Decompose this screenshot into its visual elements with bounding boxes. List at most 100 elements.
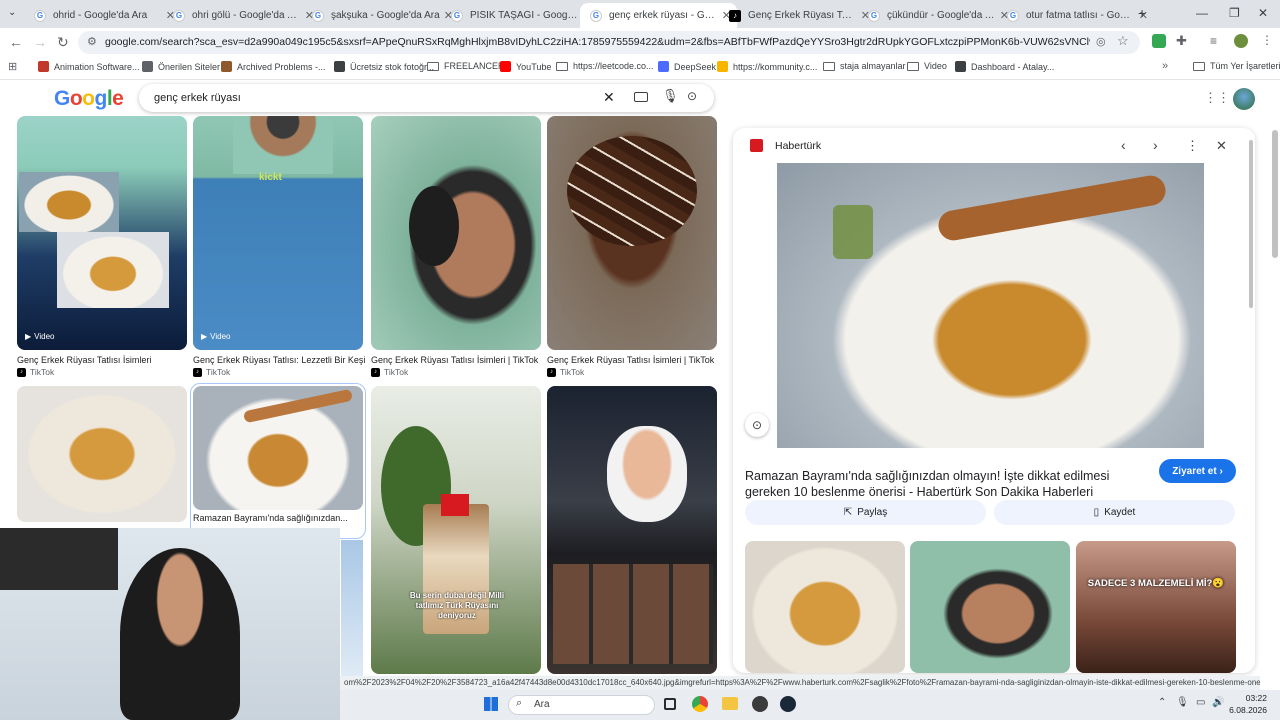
network-icon[interactable]: ▭ <box>1196 697 1205 708</box>
app-icon-1[interactable] <box>752 696 768 712</box>
forward-icon[interactable]: → <box>33 34 47 50</box>
account-avatar[interactable] <box>1233 88 1255 110</box>
taskbar-search-label[interactable]: Ara <box>534 699 550 710</box>
start-icon[interactable] <box>484 697 498 711</box>
clock-time[interactable]: 03:22 <box>1233 693 1267 703</box>
tab-2[interactable]: Gohri gölü - Google'da Ara ✕ <box>163 3 320 28</box>
page-scrollbar[interactable] <box>1272 130 1278 258</box>
image-result-6[interactable] <box>193 386 363 510</box>
panel-source[interactable]: Habertürk <box>775 140 821 152</box>
bookmark-item[interactable]: staja almayanlar <box>823 61 906 71</box>
bookmark-item[interactable]: YouTube <box>500 61 551 72</box>
keyboard-icon[interactable] <box>634 92 648 102</box>
bookmark-item[interactable]: Video <box>907 61 947 71</box>
more-options-icon[interactable]: ⋮ <box>1186 138 1199 154</box>
play-icon: ▶ <box>201 332 208 341</box>
bookmark-label: Archived Problems -... <box>237 61 326 72</box>
chrome-icon[interactable] <box>692 696 708 712</box>
prev-icon[interactable]: ‹ <box>1121 137 1126 153</box>
image-result-7[interactable]: Bu serin dubai değil Milli tatlımız Türk… <box>371 386 541 674</box>
panel-title[interactable]: Ramazan Bayramı'nda sağlığınızdan olmayı… <box>745 468 1145 500</box>
extension-icon[interactable] <box>1152 34 1166 48</box>
image-result-4[interactable] <box>547 116 717 350</box>
tab-search-dropdown[interactable]: ⌄ <box>8 7 16 18</box>
all-bookmarks[interactable]: Tüm Yer İşaretleri <box>1193 61 1280 71</box>
media-icon[interactable]: ≡ <box>1210 34 1217 48</box>
share-button[interactable]: ⇱ Paylaş <box>745 500 986 525</box>
result-caption-2[interactable]: Genç Erkek Rüyası Tatlısı: Lezzetli Bir … <box>193 355 365 365</box>
maximize-icon[interactable]: ❐ <box>1229 6 1240 20</box>
bookmark-item[interactable]: FREELANCER <box>427 61 505 71</box>
tab-7[interactable]: Gçükündür - Google'da Ara ✕ <box>858 3 1015 28</box>
lens-icon[interactable]: ⊙ <box>687 89 697 103</box>
image-result-3[interactable] <box>371 116 541 350</box>
site-info-icon[interactable]: ⚙ <box>87 35 97 48</box>
tab-6[interactable]: ♪ Genç Erkek Rüyası Tatlısı ✕ <box>719 3 876 28</box>
save-button[interactable]: ▯ Kaydet <box>994 500 1235 525</box>
bookmark-icon: ▯ <box>1093 507 1100 518</box>
bookmark-item[interactable]: https://leetcode.co... <box>556 61 654 71</box>
close-window-icon[interactable]: ✕ <box>1258 6 1268 20</box>
folder-icon <box>823 61 835 71</box>
apps-icon[interactable]: ⊞ <box>8 60 17 73</box>
microphone-icon[interactable]: 🎙 <box>662 88 679 104</box>
bookmark-item[interactable]: DeepSeek <box>658 61 716 72</box>
related-image-3[interactable]: SADECE 3 MALZEMELİ Mİ?😮 <box>1076 541 1236 673</box>
related-image-1[interactable] <box>745 541 905 673</box>
more-bookmarks-icon[interactable]: » <box>1162 60 1168 72</box>
grid-scrollbar[interactable] <box>341 540 363 676</box>
preview-image[interactable] <box>777 163 1204 448</box>
related-image-2[interactable] <box>910 541 1070 673</box>
tab-3[interactable]: Gşakşuka - Google'da Ara ✕ <box>302 3 459 28</box>
image-result-2[interactable]: kickt ▶ Video <box>193 116 363 350</box>
result-caption-4[interactable]: Genç Erkek Rüyası Tatlısı İsimleri | Tik… <box>547 355 719 365</box>
tab-5[interactable]: Ggenç erkek rüyası - Googl ✕ <box>580 3 737 28</box>
profile-avatar[interactable] <box>1234 34 1248 48</box>
lens-search-icon[interactable]: ⊙ <box>745 413 769 437</box>
puzzle-icon[interactable]: ✚ <box>1176 33 1187 49</box>
image-result-8[interactable] <box>547 386 717 674</box>
url-text[interactable]: google.com/search?sca_esv=d2a990a049c195… <box>105 36 1090 48</box>
image-result-1[interactable]: ▶ Video <box>17 116 187 350</box>
panel-scrollbar[interactable] <box>1249 140 1253 308</box>
microphone-tray-icon[interactable]: 🎙 <box>1176 697 1189 708</box>
file-explorer-icon[interactable] <box>722 697 738 710</box>
search-input[interactable]: genç erkek rüyası <box>154 92 241 104</box>
visit-button[interactable]: Ziyaret et › <box>1159 459 1236 483</box>
tray-chevron-icon[interactable]: ⌃ <box>1158 697 1166 708</box>
result-caption-3[interactable]: Genç Erkek Rüyası Tatlısı İsimleri | Tik… <box>371 355 543 365</box>
task-view-icon[interactable] <box>664 698 676 710</box>
eye-off-icon[interactable]: ◎ <box>1096 35 1106 48</box>
menu-icon[interactable]: ⋮ <box>1261 33 1273 47</box>
clear-search-icon[interactable]: ✕ <box>603 89 615 106</box>
close-panel-icon[interactable]: ✕ <box>1216 138 1227 154</box>
person-headphones-image <box>607 426 687 522</box>
reload-icon[interactable]: ↻ <box>57 34 69 51</box>
new-tab-button[interactable]: + <box>1138 5 1146 21</box>
bookmark-item[interactable]: Önerilen Siteler <box>142 61 220 72</box>
bookmark-item[interactable]: Animation Software... <box>38 61 140 72</box>
tab-1[interactable]: Gohrid - Google'da Ara ✕ <box>24 3 181 28</box>
google-logo[interactable]: Google <box>54 87 124 111</box>
bookmark-item[interactable]: https://kommunity.c... <box>717 61 817 72</box>
result-caption-1[interactable]: Genç Erkek Rüyası Tatlısı İsimleri <box>17 355 189 365</box>
back-icon[interactable]: ← <box>9 34 23 50</box>
taskbar-search[interactable] <box>508 695 655 715</box>
minimize-icon[interactable]: — <box>1196 6 1208 20</box>
result-caption-6[interactable]: Ramazan Bayramı'nda sağlığınızdan... <box>193 513 365 523</box>
result-source-1: ♪ TikTok <box>17 367 54 377</box>
bookmark-label: Ücretsiz stok fotoğr... <box>350 61 435 72</box>
clock-date[interactable]: 6.08.2026 <box>1221 705 1267 715</box>
person-image <box>120 548 240 720</box>
image-result-5[interactable] <box>17 386 187 522</box>
tab-4[interactable]: GPİSİK TAŞAĞI - Google'da✕ <box>441 3 598 28</box>
next-icon[interactable]: › <box>1153 137 1158 153</box>
tab-title: çükündür - Google'da Ara <box>887 10 996 21</box>
google-apps-icon[interactable]: ⋮⋮ <box>1204 90 1230 106</box>
tab-8[interactable]: Gotur fatma tatlısı - Google ✕ <box>997 3 1154 28</box>
bookmark-item[interactable]: Ücretsiz stok fotoğr... <box>334 61 434 72</box>
steam-icon[interactable] <box>780 696 796 712</box>
bookmark-item[interactable]: Dashboard - Atalay... <box>955 61 1054 72</box>
bookmark-star-icon[interactable]: ☆ <box>1117 33 1129 49</box>
bookmark-item[interactable]: Archived Problems -... <box>221 61 326 72</box>
